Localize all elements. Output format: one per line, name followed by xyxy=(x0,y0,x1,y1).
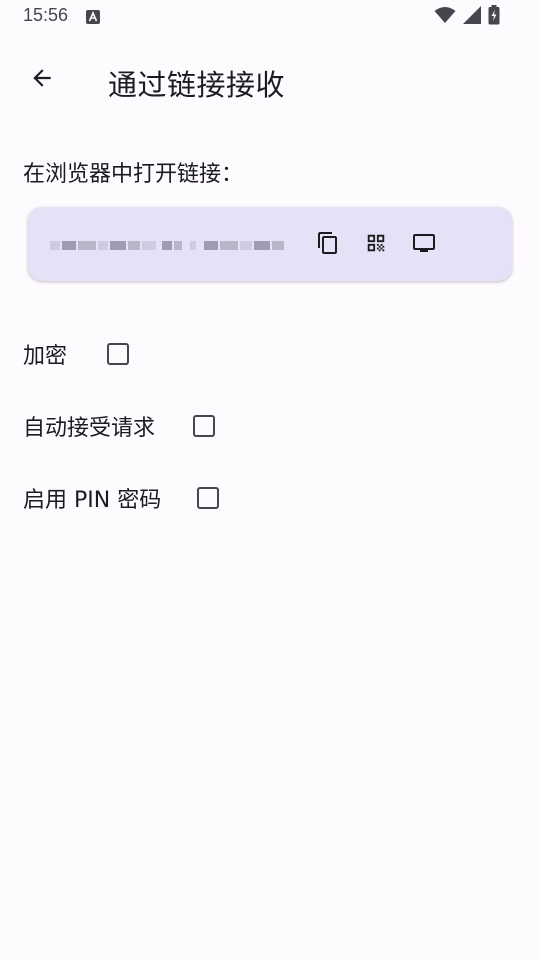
arrow-back-icon xyxy=(29,65,55,95)
option-auto-accept-label: 自动接受请求 xyxy=(23,416,156,441)
option-pin-label: 启用 PIN 密码 xyxy=(23,488,162,513)
copy-icon xyxy=(316,231,340,259)
qr-code-icon xyxy=(365,232,387,258)
option-auto-accept: 自动接受请求 xyxy=(23,406,216,446)
status-time: 15:56 xyxy=(23,5,69,25)
back-button[interactable] xyxy=(20,58,64,102)
cell-signal-icon xyxy=(462,6,482,28)
link-card xyxy=(28,207,512,281)
option-encryption-label: 加密 xyxy=(23,344,68,369)
cast-to-screen-button[interactable] xyxy=(408,229,440,261)
open-in-browser-label: 在浏览器中打开链接： xyxy=(23,162,244,187)
option-encryption: 加密 xyxy=(23,334,130,374)
link-url-redacted[interactable] xyxy=(50,235,294,255)
pin-checkbox[interactable] xyxy=(197,487,220,509)
copy-link-button[interactable] xyxy=(312,229,344,261)
app-bar: 通过链接接收 xyxy=(0,50,540,114)
show-qr-code-button[interactable] xyxy=(360,229,392,261)
status-bar: 15:56 xyxy=(0,0,540,34)
page-title: 通过链接接收 xyxy=(108,68,286,102)
option-pin: 启用 PIN 密码 xyxy=(23,478,220,518)
auto-accept-checkbox[interactable] xyxy=(193,415,216,437)
encryption-checkbox[interactable] xyxy=(107,343,130,365)
tv-icon xyxy=(412,231,436,259)
battery-charging-icon xyxy=(488,5,500,29)
wifi-icon xyxy=(434,6,456,28)
accessibility-notification-icon xyxy=(86,9,100,24)
